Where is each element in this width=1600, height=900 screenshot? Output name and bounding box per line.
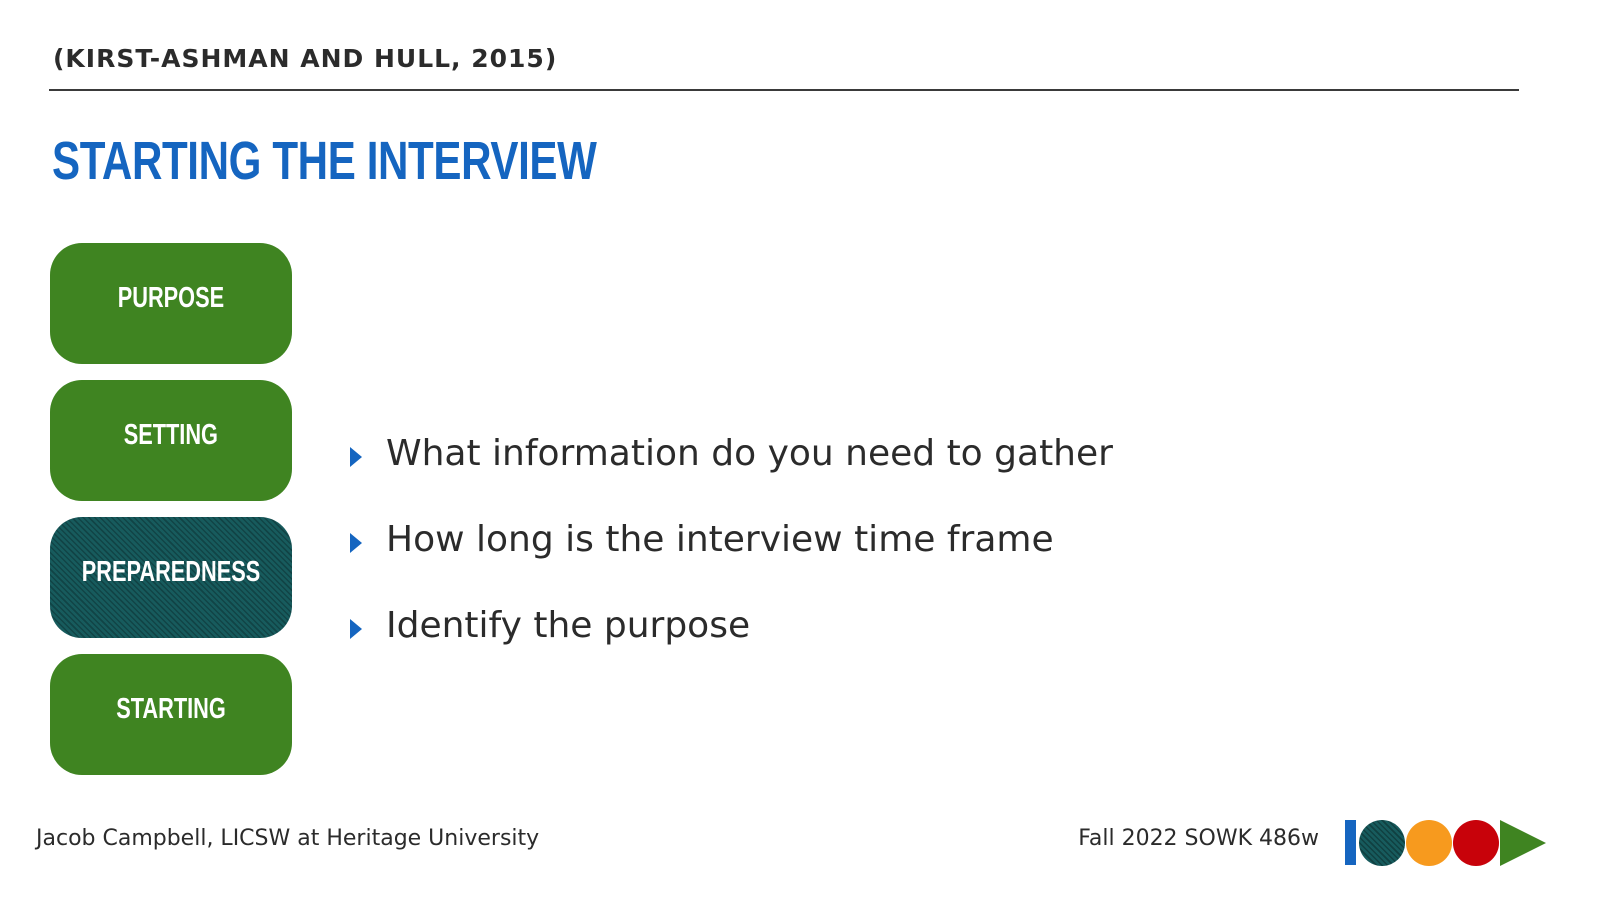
step-starting: STARTING — [50, 654, 292, 775]
bullet-list: What information do you need to gather H… — [350, 410, 1113, 668]
course-logo — [1345, 818, 1550, 868]
bullet-text: Identify the purpose — [386, 604, 751, 646]
step-setting: SETTING — [50, 380, 292, 501]
footer-course: Fall 2022 SOWK 486w — [1078, 826, 1319, 851]
logo-teal-circle-icon — [1359, 820, 1405, 866]
step-label: STARTING — [116, 693, 226, 725]
bullet-item: How long is the interview time frame — [350, 496, 1113, 582]
logo-orange-circle-icon — [1406, 820, 1452, 866]
step-label: PURPOSE — [117, 282, 225, 314]
step-preparedness-active: PREPAREDNESS — [50, 517, 292, 638]
bullet-item: What information do you need to gather — [350, 410, 1113, 496]
logo-play-triangle-icon — [1500, 820, 1546, 866]
header-divider — [49, 89, 1519, 91]
triangle-bullet-icon — [350, 533, 362, 553]
logo-bar-icon — [1345, 820, 1356, 865]
triangle-bullet-icon — [350, 619, 362, 639]
triangle-bullet-icon — [350, 447, 362, 467]
citation-heading: (KIRST-ASHMAN AND HULL, 2015) — [53, 44, 558, 73]
step-label: SETTING — [123, 419, 219, 451]
step-label: PREPAREDNESS — [81, 556, 261, 588]
footer-author: Jacob Campbell, LICSW at Heritage Univer… — [36, 826, 540, 851]
logo-red-circle-icon — [1453, 820, 1499, 866]
bullet-text: What information do you need to gather — [386, 432, 1113, 474]
bullet-text: How long is the interview time frame — [386, 518, 1054, 560]
step-purpose: PURPOSE — [50, 243, 292, 364]
bullet-item: Identify the purpose — [350, 582, 1113, 668]
slide-title: STARTING THE INTERVIEW — [52, 131, 597, 191]
